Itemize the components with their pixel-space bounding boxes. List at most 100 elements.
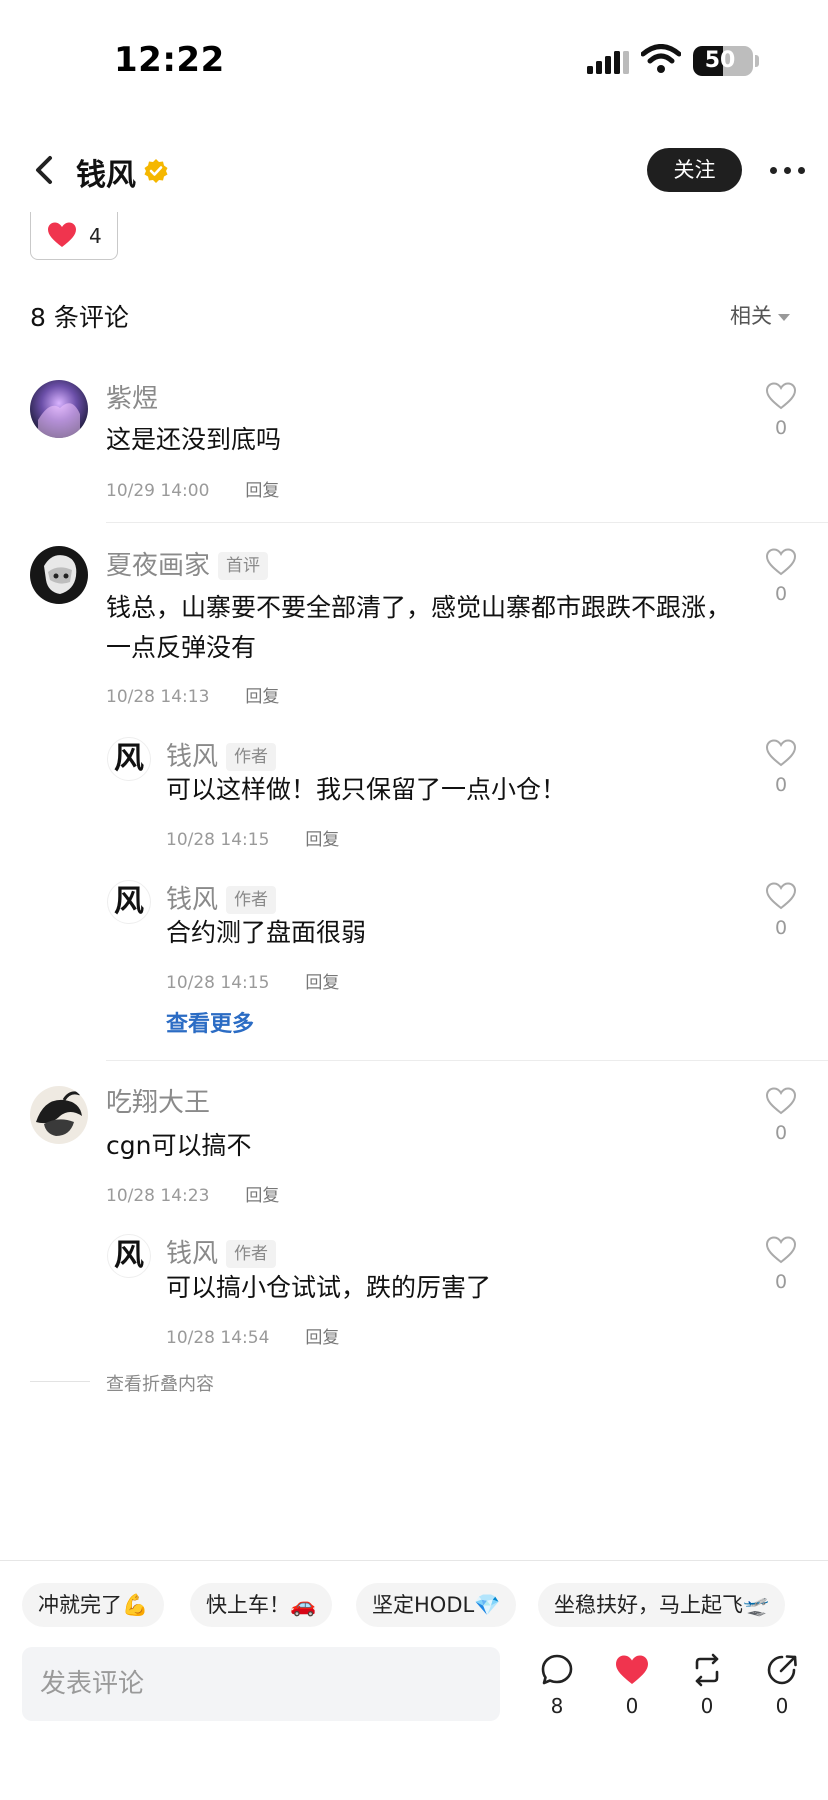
avatar-image xyxy=(30,546,88,604)
reply-button[interactable]: 回复 xyxy=(305,1328,339,1348)
more-options-icon[interactable] xyxy=(768,158,808,182)
comment-author[interactable]: 吃翔大王 xyxy=(106,1082,210,1119)
comment-meta: 10/28 14:13 回复 xyxy=(106,682,279,707)
avatar-image xyxy=(30,1086,88,1144)
heart-outline-icon xyxy=(765,548,797,576)
reply-text: 可以这样做！我只保留了一点小仓！ xyxy=(166,775,567,804)
comment-date: 10/29 14:00 xyxy=(106,481,210,501)
repost-icon xyxy=(695,1653,719,1687)
quick-reply-chip[interactable]: 坚定HODL💎 xyxy=(356,1583,517,1627)
comment-author[interactable]: 夏夜画家 xyxy=(106,551,210,581)
comment-like-button[interactable]: 0 xyxy=(761,381,801,451)
comment-date: 10/28 14:13 xyxy=(106,687,210,707)
quick-reply-chip[interactable]: 坐稳扶好，马上起飞🛫 xyxy=(538,1583,786,1627)
comment-bubble-icon xyxy=(541,1654,573,1685)
reply-meta: 10/28 14:54 回复 xyxy=(166,1323,339,1348)
reply-text: 可以搞小仓试试，跌的厉害了 xyxy=(166,1273,492,1302)
reply-author-line: 钱风 作者 xyxy=(166,1233,277,1270)
comment-text: cgn可以搞不 xyxy=(106,1131,252,1160)
comment-text: 这是还没到底吗 xyxy=(106,425,282,454)
reply-button[interactable]: 回复 xyxy=(305,973,339,993)
comment-like-count: 0 xyxy=(774,583,788,605)
author-badge: 作者 xyxy=(226,743,277,771)
heart-outline-icon xyxy=(765,1087,797,1115)
heart-outline-icon xyxy=(765,1236,797,1264)
cellular-signal-icon xyxy=(587,51,629,74)
reply-like-button[interactable]: 0 xyxy=(761,738,801,808)
avatar[interactable]: 风 xyxy=(107,737,151,781)
divider xyxy=(106,522,828,523)
reply-like-count: 0 xyxy=(774,1271,788,1293)
comment-author[interactable]: 紫煜 xyxy=(106,378,158,415)
comment-date: 10/28 14:23 xyxy=(106,1186,210,1206)
reply-meta: 10/28 14:15 回复 xyxy=(166,825,339,850)
comment-like-count: 0 xyxy=(774,417,788,439)
avatar[interactable] xyxy=(30,1086,88,1144)
reply-date: 10/28 14:15 xyxy=(166,830,270,850)
avatar[interactable] xyxy=(30,380,88,438)
reply-author[interactable]: 钱风 xyxy=(166,1239,218,1269)
battery-percent: 50 xyxy=(704,48,736,73)
repost-action-count: 0 xyxy=(700,1694,714,1718)
share-action-count: 0 xyxy=(775,1694,789,1718)
view-more-replies-link[interactable]: 查看更多 xyxy=(166,1006,254,1038)
heart-outline-icon xyxy=(765,882,797,910)
verified-badge-icon xyxy=(144,159,168,183)
post-like-button[interactable]: 4 xyxy=(30,212,118,260)
reply-author[interactable]: 钱风 xyxy=(166,885,218,915)
reply-button[interactable]: 回复 xyxy=(305,830,339,850)
reply-button[interactable]: 回复 xyxy=(245,481,279,501)
author-name[interactable]: 钱风 xyxy=(76,150,136,194)
avatar-image xyxy=(30,380,88,438)
follow-button[interactable]: 关注 xyxy=(647,148,742,192)
reply-author-line: 钱风 作者 xyxy=(166,879,277,916)
reply-text: 合约测了盘面很弱 xyxy=(166,918,367,947)
sort-label: 相关 xyxy=(730,304,772,328)
divider xyxy=(0,1560,828,1561)
reply-author-line: 钱风 作者 xyxy=(166,736,277,773)
reply-like-button[interactable]: 0 xyxy=(761,1235,801,1305)
quick-reply-chip[interactable]: 冲就完了💪 xyxy=(22,1583,165,1627)
sort-dropdown[interactable]: 相关 xyxy=(730,300,790,330)
avatar[interactable] xyxy=(30,546,88,604)
battery-tip xyxy=(755,55,759,67)
reply-button[interactable]: 回复 xyxy=(245,1186,279,1206)
comments-action-button[interactable]: 8 xyxy=(532,1652,582,1722)
view-folded-content-link[interactable]: 查看折叠内容 xyxy=(106,1370,214,1396)
comments-action-count: 8 xyxy=(550,1694,564,1718)
heart-outline-icon xyxy=(765,739,797,767)
wifi-icon xyxy=(641,44,681,73)
first-comment-badge: 首评 xyxy=(218,552,269,580)
comment-input[interactable] xyxy=(22,1647,500,1721)
reply-meta: 10/28 14:15 回复 xyxy=(166,968,339,993)
avatar[interactable]: 风 xyxy=(107,1234,151,1278)
like-action-count: 0 xyxy=(625,1694,639,1718)
reply-author[interactable]: 钱风 xyxy=(166,742,218,772)
reply-date: 10/28 14:15 xyxy=(166,973,270,993)
heart-filled-icon xyxy=(616,1655,648,1684)
avatar[interactable]: 风 xyxy=(107,880,151,924)
post-header: 钱风 关注 xyxy=(0,130,828,210)
author-badge: 作者 xyxy=(226,886,277,914)
divider xyxy=(106,1060,828,1061)
comment-like-button[interactable]: 0 xyxy=(761,1086,801,1156)
comment-text: 钱总，山寨要不要全部清了，感觉山寨都市跟跌不跟涨，一点反弹没有 xyxy=(106,593,732,662)
like-action-button[interactable]: 0 xyxy=(607,1652,657,1722)
repost-action-button[interactable]: 0 xyxy=(682,1652,732,1722)
comment-author-line: 夏夜画家 首评 xyxy=(106,545,269,582)
caret-down-icon xyxy=(778,313,790,321)
share-action-button[interactable]: 0 xyxy=(757,1652,807,1722)
author-badge: 作者 xyxy=(226,1240,277,1268)
status-bar: 12:22 50 xyxy=(0,0,828,120)
heart-outline-icon xyxy=(765,382,797,410)
quick-reply-chip[interactable]: 快上车！🚗 xyxy=(190,1583,333,1627)
status-time: 12:22 xyxy=(114,40,225,80)
comment-like-count: 0 xyxy=(774,1122,788,1144)
comment-meta: 10/29 14:00 回复 xyxy=(106,476,279,501)
reply-like-button[interactable]: 0 xyxy=(761,881,801,951)
comment-like-button[interactable]: 0 xyxy=(761,547,801,617)
reply-button[interactable]: 回复 xyxy=(245,687,279,707)
back-icon[interactable] xyxy=(30,150,60,190)
divider xyxy=(30,1381,90,1382)
heart-filled-icon xyxy=(48,222,76,247)
